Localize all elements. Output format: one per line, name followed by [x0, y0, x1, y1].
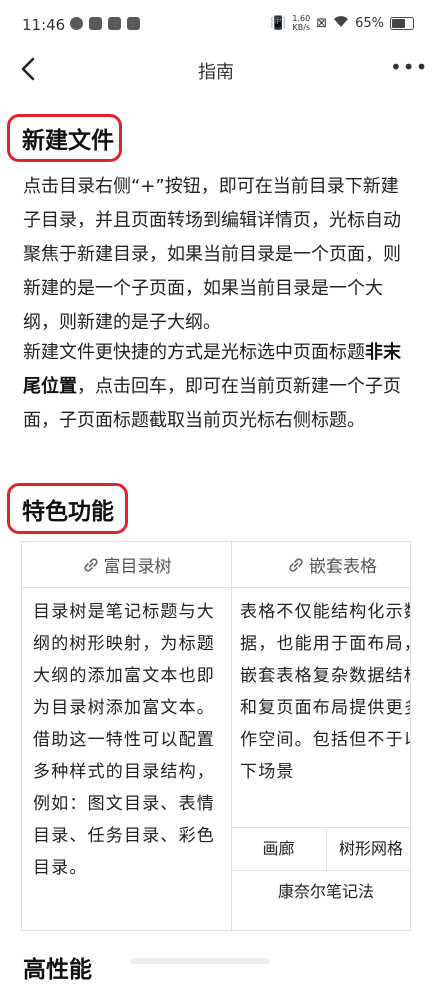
notification-icons	[70, 17, 140, 30]
link-icon	[83, 557, 98, 572]
paragraph-new-file-1: 点击目录右侧“+”按钮，即可在当前目录下新建子目录，并且页面转场到编辑详情页，光…	[23, 176, 401, 333]
table-column-rich-toc: 富目录树 目录树是笔记标题与大纲的树形映射，为标题大纲的添加富文本也即为目录树添…	[22, 542, 232, 930]
app-notification-icon	[89, 17, 102, 30]
status-indicators: 📳 1.60 KB/s ⊠ 65%	[270, 14, 414, 32]
nested-table-row: 画廊 树形网格	[231, 828, 410, 871]
net-speed-value: 1.60	[292, 14, 311, 23]
table-cell-rich-toc: 目录树是笔记标题与大纲的树形映射，为标题大纲的添加富文本也即为目录树添加富文本。…	[33, 602, 215, 878]
network-speed: 1.60 KB/s	[292, 14, 310, 32]
mail-notification-icon	[127, 17, 140, 30]
paragraph-new-file-2: 新建文件更快捷的方式是光标选中页面标题非末尾位置，点击回车，即可在当前页新建一个…	[23, 336, 415, 438]
features-table[interactable]: 富目录树 目录树是笔记标题与大纲的树形映射，为标题大纲的添加富文本也即为目录树添…	[21, 541, 411, 931]
table-header-rich-toc-label: 富目录树	[103, 557, 172, 577]
nested-table[interactable]: 画廊 树形网格 康奈尔笔记法	[231, 827, 410, 913]
no-sim-icon: ⊠	[316, 15, 328, 31]
check-circle-icon	[70, 17, 83, 30]
table-header-rich-toc[interactable]: 富目录树	[22, 542, 231, 588]
para2-text-c: ，点击回车，即可在当前页新建一个子页面，子页面标题截取当前页光标右侧标题。	[23, 376, 401, 431]
app-header: 指南 •••	[0, 50, 432, 92]
para2-text-a: 新建文件更快捷的方式是光标选中页面标题	[23, 342, 365, 363]
section-heading-new-file: 新建文件	[22, 128, 114, 154]
section-heading-features: 特色功能	[22, 499, 114, 525]
nested-table-row: 康奈尔笔记法	[231, 871, 410, 913]
chat-notification-icon	[108, 17, 121, 30]
nested-cell-cornell-notes: 康奈尔笔记法	[278, 882, 375, 901]
nested-cell-tree-grid: 树形网格	[339, 839, 404, 858]
table-column-nested-table: 嵌套表格 表格不仅能结构化示数据，也能用于面布局，嵌套表格复杂数据结构和复页面布…	[231, 542, 411, 930]
link-icon	[289, 557, 303, 572]
table-header-nested-table-label: 嵌套表格	[309, 557, 377, 577]
net-speed-unit: KB/s	[292, 23, 311, 32]
section-heading-next-partial: 高性能	[23, 957, 92, 983]
table-cell-nested-table: 表格不仅能结构化示数据，也能用于面布局，嵌套表格复杂数据结构和复页面布局提供更多…	[240, 602, 411, 782]
page-title: 指南	[198, 62, 234, 83]
vibrate-icon: 📳	[270, 15, 287, 31]
battery-percent: 65%	[355, 15, 384, 31]
status-time: 11:46	[22, 16, 66, 34]
status-bar: 11:46 📳 1.60 KB/s ⊠ 65%	[0, 0, 432, 50]
nested-cell-gallery: 画廊	[231, 828, 327, 870]
scroll-fade-bar	[130, 958, 270, 964]
more-options-icon[interactable]: •••	[390, 57, 427, 80]
table-header-nested-table[interactable]: 嵌套表格	[231, 542, 410, 588]
battery-icon	[390, 16, 414, 30]
wifi-icon	[333, 15, 349, 32]
